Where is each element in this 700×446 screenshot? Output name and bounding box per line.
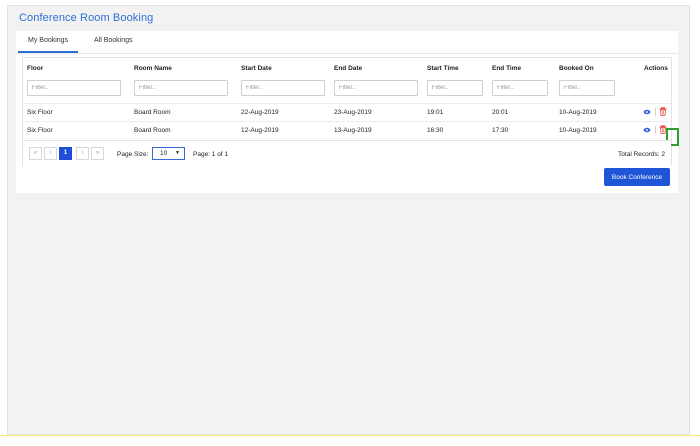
bottom-border (0, 435, 700, 436)
bookings-card: My Bookings All Bookings Floor Room Name… (16, 31, 679, 193)
bookings-grid: Floor Room Name Start Date End Date Star… (22, 57, 679, 167)
filter-room-name-input[interactable] (134, 80, 228, 96)
eye-icon[interactable] (643, 108, 651, 116)
filter-end-time-input[interactable] (492, 80, 548, 96)
prev-page-button[interactable]: ‹ (44, 147, 57, 160)
cell-end-date: 23-Aug-2019 (334, 109, 372, 116)
cell-end-time: 20:01 (492, 109, 509, 116)
tabs-divider (16, 53, 678, 54)
tab-my-bookings[interactable]: My Bookings (17, 37, 79, 53)
action-separator (655, 108, 656, 116)
filter-start-time-input[interactable] (427, 80, 483, 96)
column-header-end-date[interactable]: End Date (334, 65, 362, 72)
tab-all-bookings[interactable]: All Bookings (94, 37, 133, 44)
book-conference-button[interactable]: Book Conference (604, 168, 670, 186)
cell-end-time: 17:30 (492, 127, 509, 134)
column-header-floor[interactable]: Floor (27, 65, 43, 72)
page-size-label: Page Size: (117, 151, 149, 158)
cell-room-name: Board Room (134, 109, 171, 116)
cell-booked-on: 10-Aug-2019 (559, 127, 597, 134)
table-row: Six Floor Board Room 12-Aug-2019 13-Aug-… (23, 121, 671, 139)
filter-booked-on-input[interactable] (559, 80, 615, 96)
page-size-value: 10 (160, 150, 168, 157)
eye-icon[interactable] (643, 126, 651, 134)
filter-start-date-input[interactable] (241, 80, 325, 96)
column-header-booked-on[interactable]: Booked On (559, 65, 594, 72)
pagination-bar: « ‹ 1 › » Page Size: 10 ▼ Page: 1 of 1 T… (23, 140, 671, 167)
page-title: Conference Room Booking (19, 12, 154, 24)
filter-floor-input[interactable] (27, 80, 121, 96)
filter-end-date-input[interactable] (334, 80, 418, 96)
action-separator (655, 126, 656, 134)
last-page-button[interactable]: » (91, 147, 104, 160)
cell-floor: Six Floor (27, 127, 53, 134)
trash-icon[interactable] (659, 107, 667, 116)
total-records: Total Records: 2 (618, 151, 665, 158)
table-row: Six Floor Board Room 22-Aug-2019 23-Aug-… (23, 103, 671, 121)
cell-room-name: Board Room (134, 127, 171, 134)
page-1-button[interactable]: 1 (59, 147, 72, 160)
cell-booked-on: 10-Aug-2019 (559, 109, 597, 116)
page-info: Page: 1 of 1 (193, 151, 229, 158)
next-page-button[interactable]: › (76, 147, 89, 160)
cell-floor: Six Floor (27, 109, 53, 116)
cell-start-time: 16:30 (427, 127, 444, 134)
column-header-start-date[interactable]: Start Date (241, 65, 272, 72)
cell-start-date: 12-Aug-2019 (241, 127, 279, 134)
cell-end-date: 13-Aug-2019 (334, 127, 372, 134)
column-header-room-name[interactable]: Room Name (134, 65, 172, 72)
column-header-end-time[interactable]: End Time (492, 65, 521, 72)
column-header-actions: Actions (644, 65, 668, 72)
cell-start-date: 22-Aug-2019 (241, 109, 279, 116)
page-size-select[interactable]: 10 ▼ (152, 147, 185, 160)
grid-header: Floor Room Name Start Date End Date Star… (23, 58, 671, 78)
first-page-button[interactable]: « (29, 147, 42, 160)
cell-start-time: 19:01 (427, 109, 444, 116)
chevron-down-icon: ▼ (175, 150, 180, 156)
tab-bar: My Bookings All Bookings (16, 31, 678, 53)
column-header-start-time[interactable]: Start Time (427, 65, 459, 72)
